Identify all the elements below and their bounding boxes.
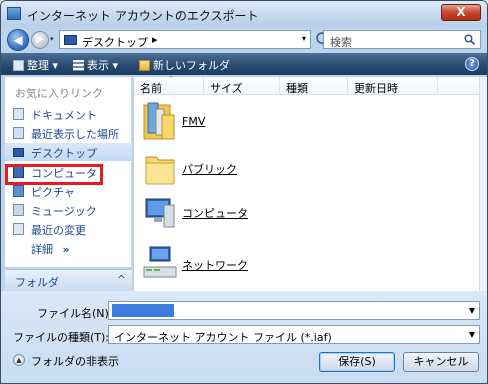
column-header-row: 名前 ^ サイズ 種類 更新日時 — [134, 75, 479, 95]
file-name: ネットワーク — [182, 259, 248, 272]
folders-label: フォルダ — [15, 276, 59, 289]
hide-folders-label[interactable]: フォルダの非表示 — [31, 353, 119, 369]
sidebar-item-recently-changed[interactable]: 最近の変更 — [5, 220, 132, 238]
sidebar-item-label: 最近表示した場所 — [31, 128, 119, 141]
sidebar-item-label: ドキュメント — [31, 109, 97, 122]
dropdown-icon[interactable]: ▼ — [469, 306, 475, 315]
filename-label: ファイル名(N): — [37, 307, 113, 320]
favorite-links-heading: お気に入りリンク — [15, 87, 103, 100]
filetype-value: インターネット アカウント ファイル (*.iaf) — [114, 331, 332, 344]
more-chevron-icon: » — [62, 243, 70, 256]
file-name: パブリック — [182, 163, 237, 176]
desktop-icon — [13, 148, 24, 157]
file-item[interactable]: FMV — [134, 101, 479, 145]
title-bar: インターネット アカウントのエクスポート X — [1, 1, 487, 27]
column-name[interactable]: 名前 ^ — [134, 75, 204, 95]
close-button[interactable]: X — [441, 4, 481, 21]
app-icon — [7, 7, 21, 20]
file-name: コンピュータ — [182, 207, 248, 220]
breadcrumb-chevron-icon[interactable]: ▸ — [152, 33, 158, 46]
column-type[interactable]: 種類 — [280, 77, 348, 95]
save-button[interactable]: 保存(S) — [319, 352, 395, 372]
file-name: FMV — [182, 115, 206, 128]
file-item[interactable]: パブリック — [134, 147, 479, 191]
views-button[interactable]: 表示 ▾ — [73, 57, 118, 73]
address-location[interactable]: デスクトップ — [82, 34, 148, 50]
sidebar-item-documents[interactable]: ドキュメント — [5, 105, 132, 123]
column-size[interactable]: サイズ — [204, 77, 280, 95]
sidebar-item-label: ミュージック — [31, 205, 97, 218]
more-links[interactable]: 詳細 » — [31, 241, 70, 257]
file-list: 名前 ^ サイズ 種類 更新日時 FMV パブリック コンピュータ ネットワーク — [134, 75, 479, 291]
sidebar-item-recent-places[interactable]: 最近表示した場所 — [5, 124, 132, 142]
recent-places-icon — [13, 127, 24, 139]
back-button[interactable]: ◀ — [7, 29, 29, 51]
sort-arrow-icon: ^ — [168, 75, 174, 83]
command-toolbar: 整理 ▾ 表示 ▾ 新しいフォルダ ? — [1, 53, 487, 75]
filetype-label: ファイルの種類(T): — [13, 331, 110, 344]
sidebar-item-label: 最近の変更 — [31, 224, 86, 237]
column-modified[interactable]: 更新日時 — [348, 77, 438, 95]
views-icon — [73, 60, 84, 71]
network-icon — [143, 246, 177, 278]
music-icon — [13, 204, 24, 216]
new-folder-icon — [139, 60, 150, 71]
address-dropdown-icon[interactable]: ▾ — [302, 34, 306, 43]
organize-button[interactable]: 整理 ▾ — [13, 57, 58, 73]
computer-icon — [145, 198, 175, 228]
organize-icon — [13, 60, 24, 71]
window-title: インターネット アカウントのエクスポート — [27, 9, 259, 23]
sidebar-item-label: デスクトップ — [31, 147, 97, 160]
filetype-select[interactable]: インターネット アカウント ファイル (*.iaf) ▼ — [108, 325, 480, 344]
documents-icon — [13, 108, 24, 120]
cancel-button[interactable]: キャンセル — [403, 352, 479, 372]
file-item[interactable]: コンピュータ — [134, 191, 479, 235]
vertical-scrollbar[interactable] — [479, 77, 487, 291]
address-bar[interactable]: デスクトップ ▸ ▾ — [59, 30, 311, 49]
desktop-icon — [64, 35, 77, 45]
search-icon[interactable] — [464, 34, 475, 45]
new-folder-button[interactable]: 新しいフォルダ — [139, 57, 230, 73]
export-dialog-window: インターネット アカウントのエクスポート X ◀ ▶ ▾ デスクトップ ▸ ▾ … — [0, 0, 488, 384]
sidebar-item-desktop[interactable]: デスクトップ — [5, 143, 132, 161]
sidebar-item-music[interactable]: ミュージック — [5, 201, 132, 219]
recently-changed-icon — [13, 223, 24, 235]
collapse-chevron-icon[interactable]: ^ — [117, 273, 126, 286]
highlight-callout — [5, 164, 103, 185]
sidebar-item-label: ピクチャ — [31, 186, 75, 199]
hide-folders-icon[interactable]: ▲ — [13, 354, 25, 366]
file-item[interactable]: ネットワーク — [134, 243, 479, 287]
forward-button[interactable]: ▶ — [31, 31, 49, 49]
dropdown-icon[interactable]: ▼ — [469, 330, 475, 339]
folders-toggle[interactable]: フォルダ ^ — [5, 269, 132, 291]
user-folder-icon — [143, 102, 175, 140]
search-box[interactable]: 検索 — [323, 30, 481, 49]
filename-field[interactable]: ▼ — [108, 301, 480, 320]
folder-icon — [145, 156, 175, 185]
history-dropdown-icon[interactable]: ▾ — [50, 35, 54, 43]
search-input[interactable]: 検索 — [330, 34, 352, 50]
filename-selection — [112, 304, 174, 317]
help-icon[interactable]: ? — [465, 57, 479, 71]
pictures-icon — [13, 185, 24, 197]
